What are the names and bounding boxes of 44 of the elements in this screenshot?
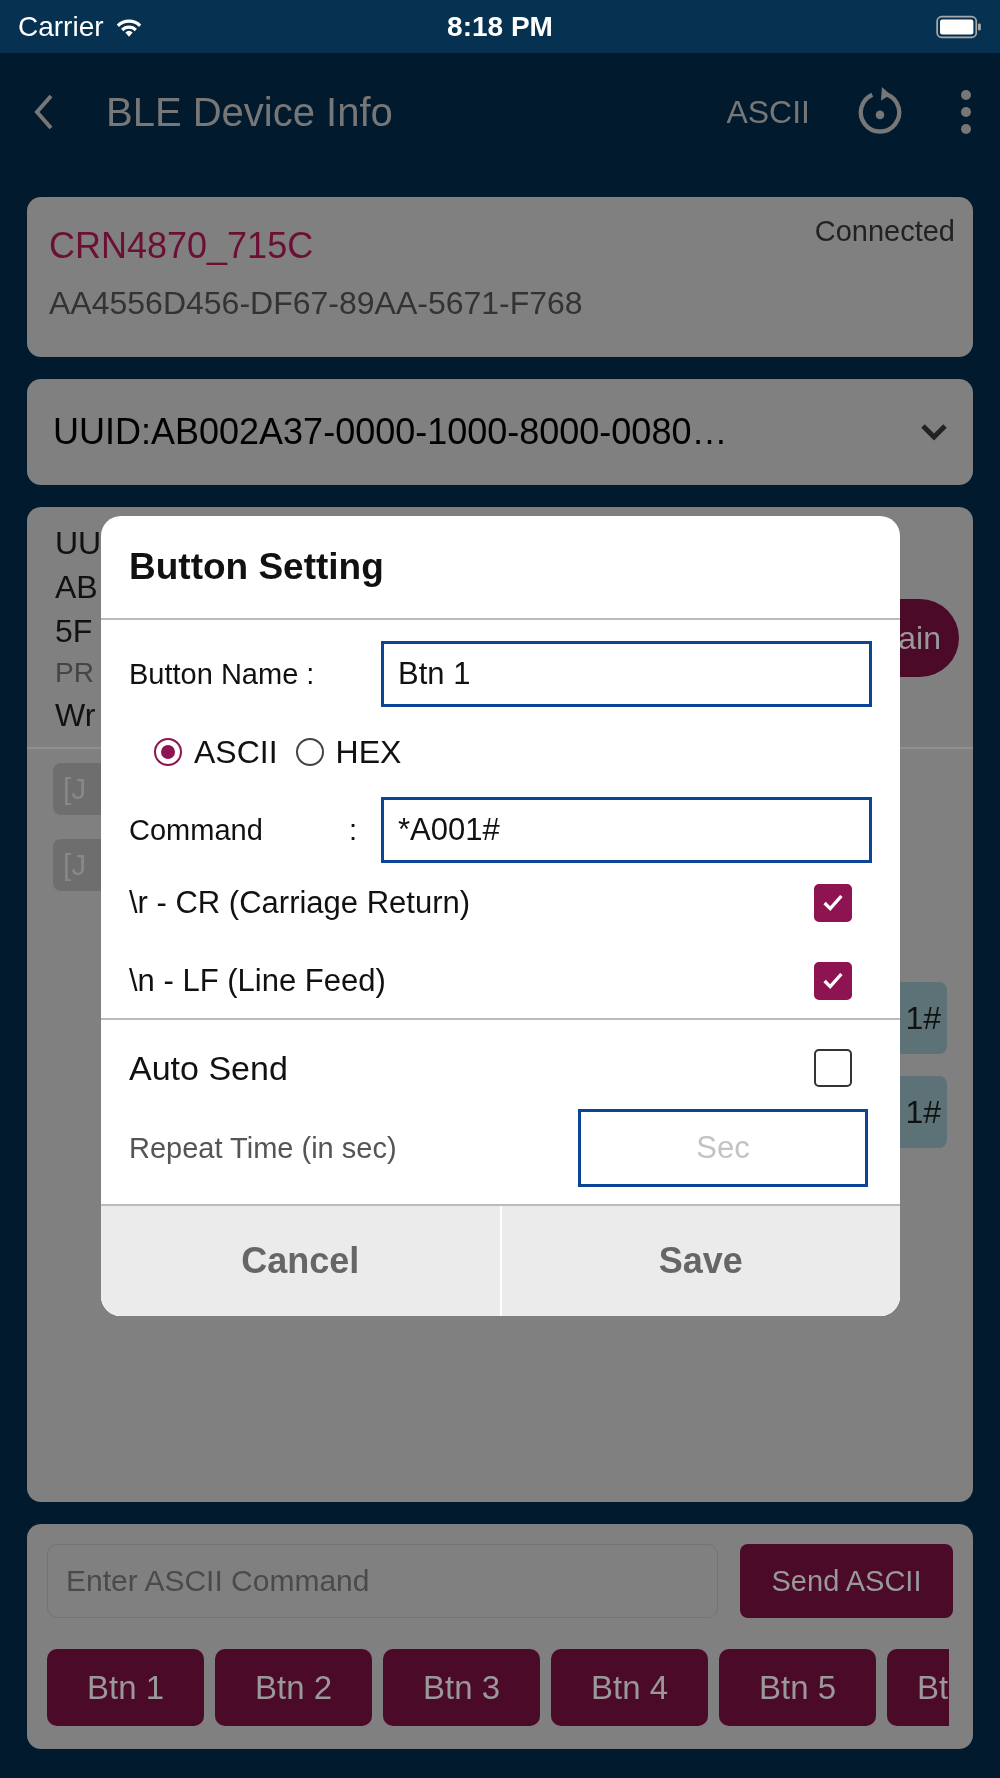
radio-label: HEX [335, 733, 402, 771]
radio-label: ASCII [194, 733, 278, 771]
battery-icon [936, 14, 982, 39]
mode-toggle[interactable]: ASCII [726, 93, 810, 131]
characteristic-text: Wr [55, 696, 96, 735]
checkbox[interactable] [814, 884, 852, 922]
characteristic-text: AB [55, 568, 98, 607]
quick-command-button[interactable]: Btn 1 [47, 1649, 204, 1726]
screen-title: BLE Device Info [106, 89, 394, 135]
refresh-icon[interactable] [856, 87, 904, 137]
dialog-button[interactable]: Cancel [101, 1206, 500, 1316]
quick-command-button[interactable]: Btn 5 [719, 1649, 876, 1726]
checkbox[interactable] [814, 1049, 852, 1087]
device-address: AA4556D456-DF67-89AA-5671-F768 [49, 285, 584, 322]
quick-command-button[interactable]: Btn 4 [551, 1649, 708, 1726]
chevron-down-icon [921, 423, 947, 441]
field-label: Repeat Time (in sec) [129, 1131, 397, 1165]
carrier-label: Carrier [18, 10, 104, 43]
repeat-time-field[interactable]: Sec [578, 1109, 868, 1187]
send-button[interactable]: Send ASCII [740, 1544, 953, 1618]
option-label: \r - CR (Carriage Return) [129, 885, 471, 921]
field-label: : [349, 813, 359, 847]
option-label: \n - LF (Line Feed) [129, 963, 386, 999]
characteristic-text: UU [55, 524, 102, 563]
back-icon[interactable] [34, 94, 54, 130]
characteristic-text: 5F [55, 612, 93, 651]
checkbox[interactable] [814, 962, 852, 1000]
radio-button[interactable] [295, 738, 324, 766]
radio-button[interactable] [154, 738, 182, 766]
command-field[interactable]: *A001# [381, 797, 872, 863]
quick-command-button[interactable]: Btn 2 [215, 1649, 372, 1726]
option-label: Auto Send [129, 1048, 288, 1088]
dialog-title: Button Setting [101, 516, 900, 620]
button-name-field[interactable]: Btn 1 [381, 641, 872, 707]
connection-status: Connected [814, 215, 955, 248]
field-label: Button Name : [129, 657, 316, 691]
service-dropdown[interactable]: UUID:AB002A37-0000-1000-8000-0080… [27, 379, 973, 485]
more-icon[interactable] [960, 89, 972, 135]
characteristic-text: PR [55, 656, 94, 690]
device-name: CRN4870_715C [49, 225, 314, 267]
field-label: Command [129, 813, 264, 847]
quick-command-button[interactable]: Btn 3 [383, 1649, 540, 1726]
quick-command-button[interactable]: Bt [887, 1649, 949, 1726]
clock-time: 8:18 PM [447, 10, 553, 43]
